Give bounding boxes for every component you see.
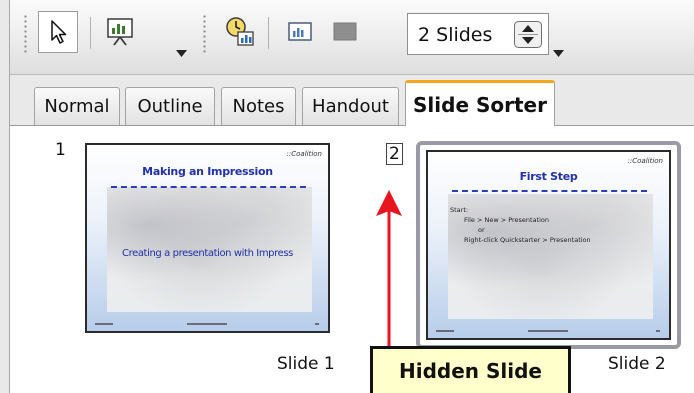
title-divider	[111, 186, 306, 188]
slide-bullet: File > New > Presentation	[464, 216, 550, 224]
slide-thumbnail[interactable]: ::Coalition Making an Impression Creatin…	[85, 143, 330, 333]
slide-title: Making an Impression	[142, 165, 273, 178]
slide-footer	[528, 330, 568, 332]
slide-caption: Slide 2	[608, 354, 666, 374]
hidden-slide-callout: Hidden Slide	[370, 346, 571, 393]
toolbar-grip[interactable]	[203, 14, 206, 54]
slide-show-icon	[107, 18, 133, 46]
slide-transition-clock-icon	[226, 17, 254, 46]
hide-slide-gray-icon	[333, 22, 357, 41]
toolbar-separator	[268, 17, 269, 49]
pointer-arrow-icon	[51, 20, 67, 44]
tab-handout[interactable]: Handout	[302, 87, 399, 125]
slide-number: 1	[55, 140, 66, 160]
slide-transition-button[interactable]	[220, 11, 260, 53]
tab-outline[interactable]: Outline	[125, 87, 215, 125]
hide-slide-button[interactable]	[325, 11, 365, 53]
chevron-down-icon	[553, 50, 564, 57]
slide-thumbnail-selected[interactable]: ::Coalition First Step Start: File > New…	[426, 150, 671, 340]
slide-show-button[interactable]	[100, 11, 140, 53]
slide-footer	[656, 330, 660, 332]
tab-notes[interactable]: Notes	[221, 87, 296, 125]
slide-sorter-toolbar: 2 Slides	[10, 0, 694, 75]
slide-bullet: Start:	[450, 206, 469, 214]
background-trees-image	[448, 194, 653, 319]
slides-per-row-field[interactable]: 2 Slides	[407, 13, 549, 55]
slide-subtitle: Creating a presentation with Impress	[122, 248, 293, 259]
slide-number: 2	[386, 143, 403, 165]
tab-slide-sorter[interactable]: Slide Sorter	[405, 80, 555, 126]
slide-title: First Step	[519, 170, 578, 183]
toolbar-grip[interactable]	[24, 14, 27, 54]
toolbar-separator	[90, 17, 91, 49]
slide-caption: Slide 1	[277, 354, 335, 374]
title-divider	[452, 190, 647, 192]
logo-text: ::Coalition	[627, 157, 663, 165]
slide-bullet: Right-click Quickstarter > Presentation	[464, 236, 591, 244]
chevron-down-icon	[176, 50, 187, 57]
spinner-icon[interactable]	[514, 21, 542, 48]
window-left-edge	[0, 0, 10, 393]
select-tool-button[interactable]	[38, 11, 78, 53]
toolbar-options-dropdown[interactable]	[551, 18, 566, 60]
slide-footer	[95, 323, 113, 325]
slide-footer	[187, 323, 227, 325]
view-tab-bar: Normal Outline Notes Handout Slide Sorte…	[10, 75, 694, 126]
tab-normal[interactable]: Normal	[34, 87, 120, 125]
slide-footer	[315, 323, 319, 325]
slide-layout-button[interactable]	[280, 11, 320, 53]
logo-text: ::Coalition	[286, 150, 322, 158]
slide-show-dropdown[interactable]	[174, 18, 189, 60]
slide-bullet: or	[478, 226, 485, 234]
slide-sorter-pane: 1 ::Coalition Making an Impression Creat…	[10, 126, 694, 393]
hidden-slide-number: 2	[386, 143, 403, 165]
annotation-arrow-icon	[376, 190, 402, 348]
slide-footer	[436, 330, 454, 332]
slide-layout-icon	[288, 22, 312, 41]
slides-per-row-value: 2 Slides	[418, 24, 493, 46]
